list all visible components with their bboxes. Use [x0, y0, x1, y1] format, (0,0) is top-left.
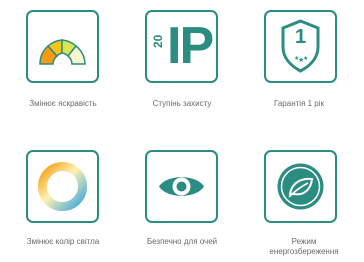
eye-icon — [159, 177, 204, 196]
leaf-icon — [277, 163, 324, 210]
brightness-caption: Змінює яскравість — [29, 99, 97, 108]
ip-code: IP — [167, 17, 214, 75]
warranty-tile: ★ ★ ★ 1 — [264, 10, 337, 83]
brightness-tile — [26, 10, 99, 83]
eye-caption: Безпечно для очей — [146, 237, 218, 246]
ip-caption: Ступінь захисту — [152, 99, 212, 108]
warranty-caption: Гарантія 1 рік — [273, 99, 325, 108]
svg-text:★: ★ — [303, 55, 308, 62]
color-ring-icon — [38, 162, 87, 211]
brightness-gauge-icon — [39, 39, 86, 65]
ip-number: 20 — [151, 34, 165, 48]
warranty-year: 1 — [294, 26, 307, 48]
eye-tile — [145, 150, 218, 223]
ip-rating-tile: 20 IP — [145, 10, 218, 83]
energy-caption: Режим енергозбереження — [269, 237, 339, 256]
energy-tile — [264, 150, 337, 223]
color-caption: Змінює колір світла — [26, 237, 100, 246]
color-tile — [26, 150, 99, 223]
